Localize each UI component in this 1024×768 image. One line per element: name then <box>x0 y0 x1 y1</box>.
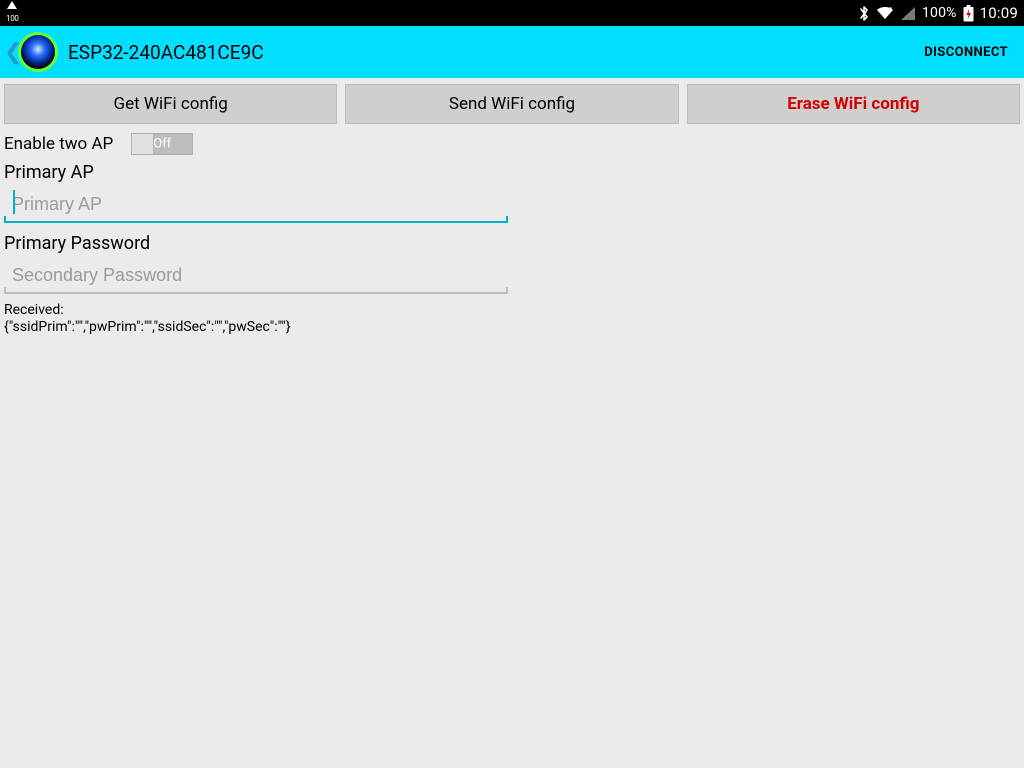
cell-signal-icon <box>900 6 916 21</box>
enable-two-ap-label: Enable two AP <box>4 134 113 154</box>
android-status-bar: 100 100% 10:09 <box>0 0 1024 26</box>
enable-two-ap-value: Off <box>153 137 171 152</box>
primary-password-label: Primary Password <box>4 233 1020 254</box>
input-underline-icon <box>4 292 508 294</box>
primary-password-input[interactable] <box>4 258 508 292</box>
triangle-icon <box>7 1 17 9</box>
battery-icon <box>963 5 974 22</box>
back-chevron-icon[interactable]: ❮ <box>4 40 18 65</box>
wifi-config-form: Enable two AP Off Primary AP Primary Pas… <box>0 130 1024 336</box>
received-content: {"ssidPrim":"","pwPrim":"","ssidSec":"",… <box>4 319 1020 336</box>
action-button-row: Get WiFi config Send WiFi config Erase W… <box>0 78 1024 130</box>
battery-percent: 100% <box>922 5 957 21</box>
app-bar: ❮ ESP32-240AC481CE9C DISCONNECT <box>0 26 1024 78</box>
primary-ap-input-wrap <box>4 187 508 223</box>
erase-wifi-config-button[interactable]: Erase WiFi config <box>687 84 1020 124</box>
send-wifi-config-button[interactable]: Send WiFi config <box>345 84 678 124</box>
status-clock: 10:09 <box>980 4 1018 22</box>
enable-two-ap-row: Enable two AP Off <box>4 130 1020 158</box>
enable-two-ap-toggle[interactable]: Off <box>131 133 193 155</box>
text-cursor-icon <box>13 190 15 214</box>
app-title: ESP32-240AC481CE9C <box>68 41 264 64</box>
input-underline-icon <box>4 221 508 223</box>
status-left-indicator: 100 <box>6 3 19 23</box>
received-label: Received: <box>4 302 1020 319</box>
received-block: Received: {"ssidPrim":"","pwPrim":"","ss… <box>4 302 1020 336</box>
app-icon[interactable] <box>18 32 58 72</box>
status-scale-label: 100 <box>6 15 19 23</box>
bluetooth-icon <box>858 5 870 22</box>
disconnect-button[interactable]: DISCONNECT <box>916 37 1016 68</box>
wifi-icon <box>876 6 894 21</box>
toggle-knob-icon <box>132 134 154 154</box>
primary-ap-label: Primary AP <box>4 162 1020 183</box>
primary-ap-input[interactable] <box>4 187 508 221</box>
primary-password-input-wrap <box>4 258 508 294</box>
get-wifi-config-button[interactable]: Get WiFi config <box>4 84 337 124</box>
